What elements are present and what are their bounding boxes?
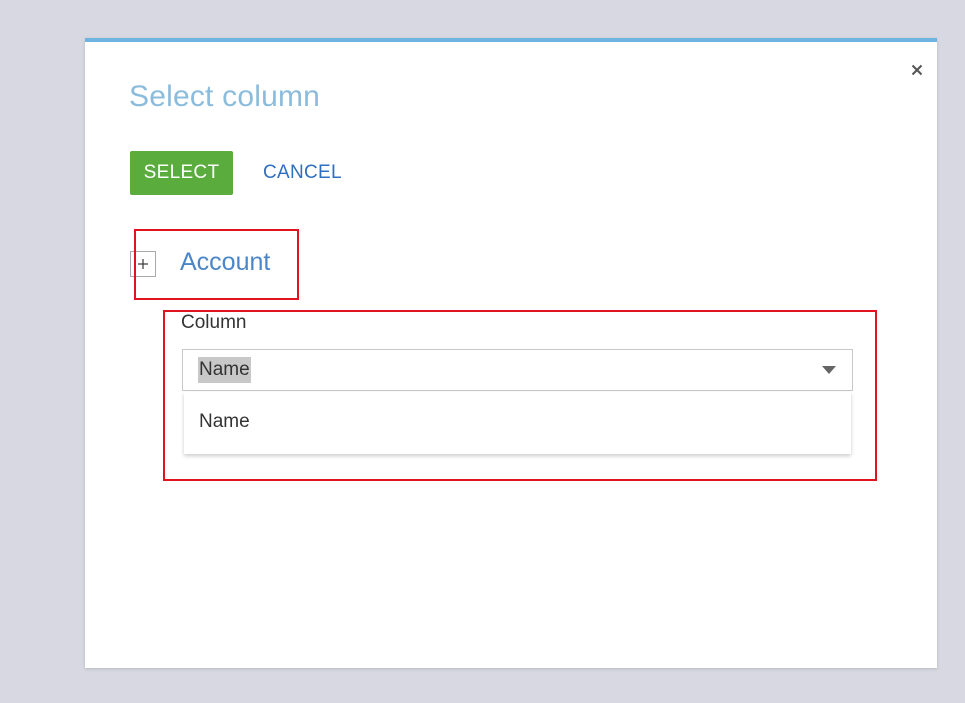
select-column-dialog: Select column SELECT CANCEL Account Colu… [85, 38, 937, 668]
tree-group-account[interactable]: Account [180, 248, 270, 277]
dropdown-option-name[interactable]: Name [199, 411, 250, 433]
plus-icon [138, 259, 148, 269]
cancel-button[interactable]: CANCEL [257, 151, 348, 195]
close-icon[interactable] [909, 62, 925, 78]
select-button[interactable]: SELECT [130, 151, 233, 195]
column-field-label: Column [181, 312, 247, 333]
column-dropdown-list: Name [184, 392, 851, 454]
expand-toggle[interactable] [130, 251, 156, 277]
chevron-down-icon[interactable] [822, 366, 836, 374]
column-select-value: Name [198, 357, 251, 383]
dialog-title: Select column [129, 80, 321, 113]
column-select[interactable]: Name [182, 349, 853, 391]
